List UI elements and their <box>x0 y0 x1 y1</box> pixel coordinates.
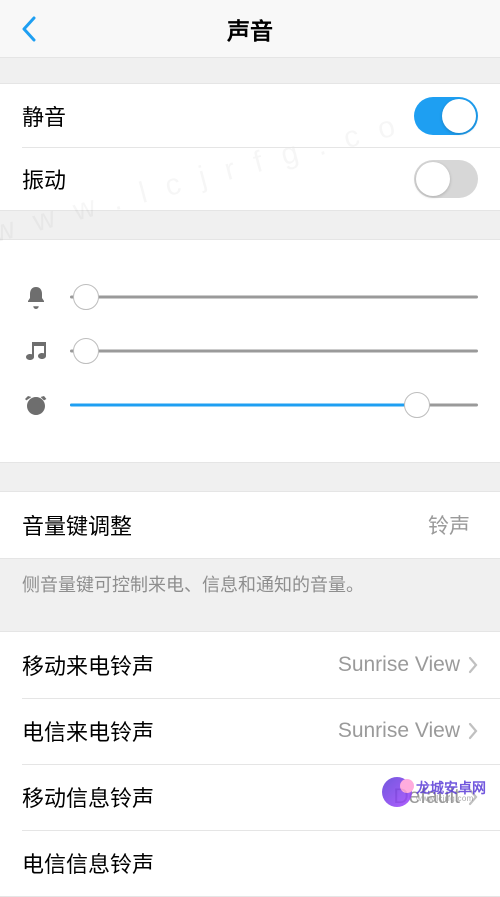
ringtone-label: 移动来电铃声 <box>22 649 338 681</box>
mute-switch[interactable] <box>414 97 478 135</box>
back-button[interactable] <box>14 14 44 44</box>
ringtone-value: Sunrise View <box>338 719 460 743</box>
ringtone-volume-row <box>22 276 478 318</box>
chevron-right-icon <box>468 656 478 674</box>
volume-key-group: 音量键调整 铃声 <box>0 491 500 559</box>
mute-label: 静音 <box>22 100 414 132</box>
alarm-volume-slider[interactable] <box>70 392 478 418</box>
vibrate-row: 振动 <box>0 147 500 210</box>
chevron-right-icon <box>468 788 478 806</box>
volume-key-label: 音量键调整 <box>22 509 428 541</box>
alarm-volume-row <box>22 384 478 426</box>
vibrate-label: 振动 <box>22 163 414 195</box>
media-volume-slider[interactable] <box>70 338 478 364</box>
ringtone-row-telecom-call[interactable]: 电信来电铃声 Sunrise View <box>0 698 500 764</box>
page-title: 声音 <box>0 12 500 46</box>
ringtone-value: Default <box>393 785 460 809</box>
volume-sliders-group <box>0 239 500 463</box>
bell-icon <box>22 285 50 309</box>
ringtone-volume-slider[interactable] <box>70 284 478 310</box>
music-icon <box>22 340 50 362</box>
ringtone-value: Sunrise View <box>338 653 460 677</box>
switch-group: 静音 振动 <box>0 83 500 211</box>
ringtone-label: 移动信息铃声 <box>22 781 393 813</box>
ringtone-label: 电信信息铃声 <box>22 847 470 879</box>
alarm-icon <box>22 393 50 417</box>
ringtone-row-mobile-call[interactable]: 移动来电铃声 Sunrise View <box>0 632 500 698</box>
media-volume-row <box>22 330 478 372</box>
ringtone-label: 电信来电铃声 <box>22 715 338 747</box>
vibrate-switch[interactable] <box>414 160 478 198</box>
volume-key-row[interactable]: 音量键调整 铃声 <box>0 492 500 558</box>
chevron-left-icon <box>21 16 37 42</box>
ringtone-row-mobile-msg[interactable]: 移动信息铃声 Default <box>0 764 500 830</box>
volume-key-note: 侧音量键可控制来电、信息和通知的音量。 <box>0 559 500 617</box>
volume-key-value: 铃声 <box>428 510 470 540</box>
nav-bar: 声音 <box>0 0 500 58</box>
chevron-right-icon <box>468 722 478 740</box>
mute-row: 静音 <box>0 84 500 147</box>
ringtone-group: 移动来电铃声 Sunrise View 电信来电铃声 Sunrise View … <box>0 631 500 897</box>
ringtone-row-telecom-msg[interactable]: 电信信息铃声 <box>0 830 500 896</box>
